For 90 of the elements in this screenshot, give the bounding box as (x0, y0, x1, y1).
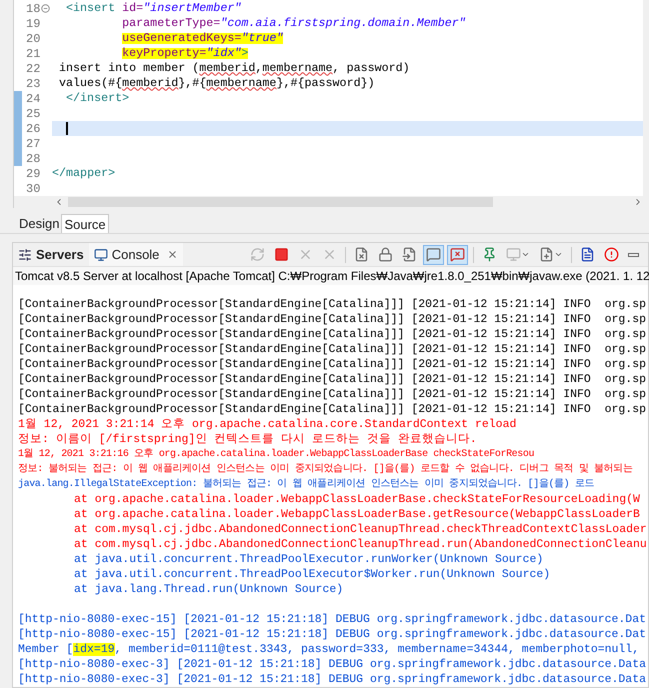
monitor-icon (506, 247, 521, 262)
console-line: [ContainerBackgroundProcessor[StandardEngine[Catalina]]] [2021-01-12 15:21:14] INFO org.sp (18, 388, 646, 401)
console-line: [http-nio-8080-exec-15] [2021-01-12 15:21:18] DEBUG org.springframework.jdbc.datasource.Dat (18, 613, 646, 626)
line-number: 18 (26, 2, 40, 14)
code-text: membername (262, 62, 333, 74)
text-cursor (66, 122, 68, 135)
view-tab[interactable]: Servers (13, 243, 89, 266)
line-number: 24 (26, 92, 40, 104)
code-text: "insertMember" (143, 2, 242, 14)
line-number: 22 (26, 62, 40, 74)
code-text: parameterType= (122, 18, 220, 30)
document-icon (580, 247, 595, 262)
line-number: 21 (26, 48, 40, 60)
line-number: 30 (26, 182, 40, 194)
message-x-icon (450, 247, 465, 262)
message-icon (426, 247, 441, 262)
line-number: 28 (26, 152, 40, 164)
code-text: , (255, 62, 262, 74)
console-line: [ContainerBackgroundProcessor[StandardEngine[Catalina]]] [2021-01-12 15:21:14] INFO org.sp (18, 403, 646, 416)
close-icon[interactable] (167, 249, 178, 260)
editor-tab[interactable]: Design (17, 214, 62, 233)
code-text: },#{password}) (276, 78, 375, 90)
file-plus-icon (539, 247, 554, 262)
alert-icon (604, 247, 619, 262)
sliders-icon (18, 248, 32, 262)
console-line: [ContainerBackgroundProcessor[StandardEngine[Catalina]]] [2021-01-12 15:21:14] INFO org.sp (18, 343, 646, 356)
line-number: 27 (26, 138, 40, 150)
console-line: 정보: 이름이 [/firstspring]인 컨텍스트를 다시 로드하는 것을 완료했습니다. (18, 433, 477, 446)
console-line: at com.mysql.cj.jdbc.AbandonedConnectionCleanupThread.run(AbandonedConnectionCleanu (74, 538, 647, 551)
line-number: 23 (26, 78, 40, 90)
console-line: 1월 12, 2021 3:21:16 오후 org.apache.catalina.loader.WebappClassLoaderBase checkStateForResou (18, 449, 534, 460)
view-tab[interactable]: Console (88, 243, 184, 266)
line-number: 25 (26, 108, 40, 120)
console-line: at java.lang.Thread.run(Unknown Source) (74, 583, 344, 596)
file-arrow-icon (402, 247, 417, 262)
console-line: at org.apache.catalina.loader.WebappClassLoaderBase.checkStateForResourceLoading(W (74, 493, 640, 506)
console-line: at com.mysql.cj.jdbc.AbandonedConnectionCleanupThread.checkThreadContextClassLoader (74, 523, 647, 536)
console-line: [ContainerBackgroundProcessor[StandardEngine[Catalina]]] [2021-01-12 15:21:14] INFO org.sp (18, 298, 646, 311)
horizontal-scrollbar[interactable] (68, 197, 493, 207)
code-text: "com.aia.firstspring.domain.Member" (220, 18, 466, 30)
cross-icon (322, 247, 337, 262)
monitor-icon (94, 248, 108, 262)
line-number: 29 (26, 168, 40, 180)
code-text: id= (122, 2, 144, 14)
line-number: 20 (26, 32, 40, 44)
code-text: "true" (241, 32, 284, 44)
console-title: Tomcat v8.5 Server at localhost [Apache Tomcat] C:₩Program Files₩Java₩jre1.8.0_251₩bin₩javaw.exe (2021. 1. 12 (13, 267, 648, 285)
line-number: 26 (26, 122, 40, 134)
console-line: Member [idx=19, memberid=0111@test.3343, password=333, membername=34344, memberphoto=null, (18, 642, 640, 657)
console-line: at java.util.concurrent.ThreadPoolExecutor$Worker.run(Unknown Source) (74, 568, 550, 581)
caret-icon (521, 250, 530, 259)
code-text: "idx" (206, 48, 242, 60)
code-text: memberid (199, 62, 256, 74)
line-number: 19 (26, 18, 40, 30)
code-text: , password) (332, 62, 410, 74)
code-text: membername (206, 78, 276, 90)
refresh-icon (250, 247, 265, 262)
console-line: at java.util.concurrent.ThreadPoolExecutor.runWorker(Unknown Source) (74, 553, 544, 566)
minimize-icon (628, 252, 639, 256)
code-text: memberid (122, 78, 178, 90)
collapse-icon[interactable] (41, 4, 50, 13)
pin-icon (482, 247, 497, 262)
message-x-button[interactable] (447, 244, 468, 264)
stop-icon (274, 247, 289, 262)
console-line: [http-nio-8080-exec-15] [2021-01-12 15:21:18] DEBUG org.springframework.jdbc.datasource.Dat (18, 628, 646, 641)
lock-icon (378, 247, 393, 262)
console-line: java.lang.IllegalStateException: 불허되는 접근: 이 웹 애플리케이션 인스턴스는 이미 중지되었습니다. []을(를) 로드 (18, 479, 594, 490)
console-line: 1월 12, 2021 3:21:14 오후 org.apache.catalina.core.StandardContext reload (18, 418, 516, 431)
code-text: <insert (66, 2, 116, 14)
console-line: [http-nio-8080-exec-3] [2021-01-12 15:21:18] DEBUG org.springframework.jdbc.datasource.Data (18, 658, 646, 671)
console-line: 정보: 불허되는 접근: 이 웹 애플리케이션 인스턴스는 이미 중지되었습니다. []을(를) 로드할 수 없습니다. 디버그 목적 및 불허되는 (18, 464, 632, 475)
code-text: values(#{ (59, 78, 122, 90)
console-line: [ContainerBackgroundProcessor[StandardEngine[Catalina]]] [2021-01-12 15:21:14] INFO org.sp (18, 328, 646, 341)
file-x-icon (354, 247, 369, 262)
editor-tab[interactable]: Source (61, 214, 109, 233)
console-line: [ContainerBackgroundProcessor[StandardEngine[Catalina]]] [2021-01-12 15:21:14] INFO org.sp (18, 373, 646, 386)
code-text: insert into member ( (59, 62, 200, 74)
code-text: > (241, 48, 248, 60)
message-button[interactable] (423, 244, 444, 264)
code-text: </insert> (66, 92, 130, 104)
console-line: at org.apache.catalina.loader.WebappClassLoaderBase.getResource(WebappClassLoaderB (74, 508, 640, 521)
code-text: },#{ (178, 78, 206, 90)
code-text: keyProperty= (122, 48, 206, 60)
code-text: </mapper> (52, 168, 116, 180)
console-line: [ContainerBackgroundProcessor[StandardEngine[Catalina]]] [2021-01-12 15:21:14] INFO org.sp (18, 313, 646, 326)
caret-icon (554, 250, 563, 259)
console-line: [http-nio-8080-exec-3] [2021-01-12 15:21:18] DEBUG org.springframework.jdbc.datasource.Data (18, 673, 646, 686)
cross-icon (298, 247, 313, 262)
code-text: useGeneratedKeys= (122, 32, 242, 44)
console-line: [ContainerBackgroundProcessor[StandardEngine[Catalina]]] [2021-01-12 15:21:14] INFO org.sp (18, 358, 646, 371)
